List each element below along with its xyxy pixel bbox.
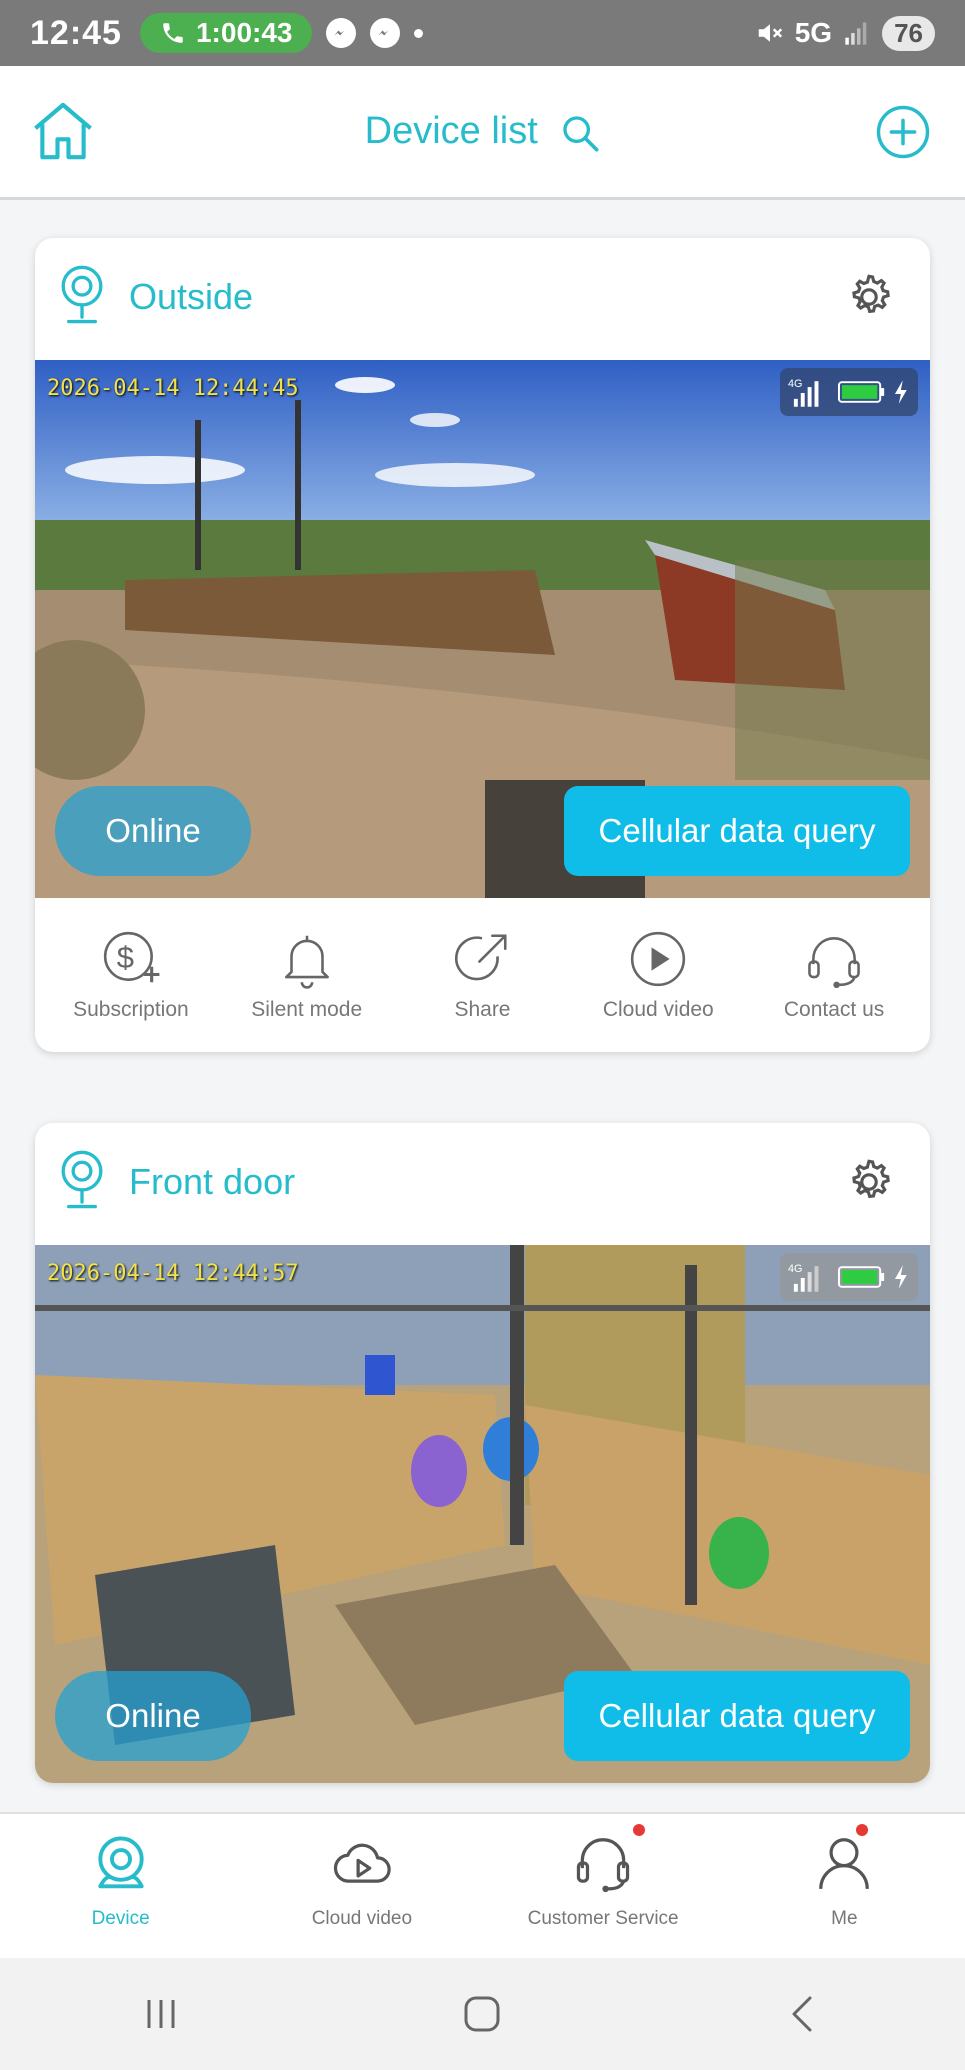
share-button[interactable]: Share — [397, 928, 567, 1022]
cloud-video-button[interactable]: Cloud video — [573, 928, 743, 1022]
device-card[interactable]: Outside 2026-04-14 12:44:45 4G Online Ce… — [35, 238, 930, 1052]
back-icon[interactable] — [780, 1990, 828, 2038]
bottom-nav: Device Cloud video Customer Service Me — [0, 1812, 965, 1958]
nav-label: Me — [831, 1908, 858, 1929]
headset-icon — [808, 937, 860, 989]
gear-icon[interactable] — [842, 270, 896, 324]
status-bar: 12:45 1:00:43 5G 76 — [0, 0, 965, 66]
recent-apps-icon[interactable] — [137, 1990, 185, 2038]
svg-text:4G: 4G — [788, 1263, 802, 1275]
nav-me[interactable]: Me — [724, 1814, 965, 1958]
nav-label: Device — [91, 1908, 150, 1929]
feed-timestamp: 2026-04-14 12:44:45 — [47, 376, 299, 401]
nav-label: Cloud video — [311, 1908, 413, 1929]
silent-mode-button[interactable]: Silent mode — [222, 928, 392, 1022]
signal-icon — [845, 22, 867, 45]
cloud-play-icon — [333, 1843, 391, 1883]
cellular-data-query-button[interactable]: Cellular data query — [564, 786, 910, 876]
headset-icon — [576, 1838, 630, 1893]
charging-icon — [895, 1265, 908, 1289]
add-device-icon[interactable] — [875, 104, 931, 160]
notification-dot-icon — [414, 28, 424, 38]
contact-us-button[interactable]: Contact us — [749, 928, 919, 1022]
svg-text:$: $ — [117, 940, 134, 975]
online-status-button[interactable]: Online — [55, 786, 251, 876]
user-icon — [819, 1838, 870, 1889]
device-name: Front door — [129, 1161, 296, 1202]
camera-feed[interactable]: 2026-04-14 12:44:57 4G Online Cellular d… — [35, 1245, 930, 1783]
call-timer-badge[interactable]: 1:00:43 — [139, 13, 313, 53]
search-icon[interactable] — [560, 113, 600, 153]
camera-icon — [61, 1150, 103, 1209]
nav-customer-service[interactable]: Customer Service — [483, 1814, 724, 1958]
cellular-data-query-button[interactable]: Cellular data query — [564, 1671, 910, 1761]
camera-feed[interactable]: 2026-04-14 12:44:45 4G Online Cellular d… — [35, 360, 930, 898]
device-card[interactable]: Front door 2026-04-14 12:44:57 4G Online — [35, 1123, 930, 1783]
phone-icon — [163, 23, 183, 43]
signal-battery-badge: 4G — [780, 368, 918, 416]
nav-device[interactable]: Device — [0, 1814, 241, 1958]
status-time: 12:45 — [30, 13, 122, 52]
svg-text:4G: 4G — [788, 378, 802, 390]
nav-label: Customer Service — [527, 1908, 679, 1929]
page-title: Device list — [364, 110, 538, 152]
play-circle-icon — [631, 931, 686, 987]
charging-icon — [895, 380, 908, 404]
action-label: Silent mode — [251, 998, 363, 1021]
device-card-header: Outside — [35, 238, 930, 360]
online-status-button[interactable]: Online — [55, 1671, 251, 1761]
battery-icon — [838, 1266, 885, 1288]
signal-battery-badge: 4G — [780, 1253, 918, 1301]
action-label: Share — [454, 998, 511, 1021]
home-nav-icon[interactable] — [458, 1990, 506, 2038]
camera-icon — [61, 265, 103, 324]
device-actions: $ Subscription Silent mode Share Cloud v… — [35, 898, 930, 1052]
subscription-button[interactable]: $ Subscription — [46, 928, 216, 1022]
cellular-signal-icon: 4G — [788, 378, 819, 407]
bell-icon — [284, 935, 329, 989]
action-label: Subscription — [73, 998, 189, 1021]
device-name: Outside — [129, 276, 254, 317]
app-header: Device list — [0, 66, 965, 200]
action-label: Cloud video — [602, 998, 714, 1021]
call-timer: 1:00:43 — [195, 17, 293, 48]
feed-timestamp: 2026-04-14 12:44:57 — [47, 1261, 299, 1286]
nav-cloud-video[interactable]: Cloud video — [241, 1814, 482, 1958]
subscription-dollar-icon: $ — [103, 931, 160, 983]
battery-icon — [838, 381, 885, 403]
battery-level: 76 — [882, 15, 935, 51]
messenger-icon — [370, 18, 401, 48]
cellular-signal-icon: 4G — [788, 1263, 819, 1292]
device-camera-icon — [98, 1836, 144, 1889]
share-icon — [455, 934, 508, 981]
network-type: 5G — [794, 17, 833, 48]
messenger-icon — [326, 18, 357, 48]
mute-icon — [758, 24, 782, 42]
action-label: Contact us — [783, 998, 885, 1021]
gear-icon[interactable] — [842, 1155, 896, 1209]
device-card-header: Front door — [35, 1123, 930, 1245]
system-nav-bar — [0, 1958, 965, 2070]
notification-badge — [855, 1824, 868, 1836]
notification-badge — [632, 1824, 645, 1836]
